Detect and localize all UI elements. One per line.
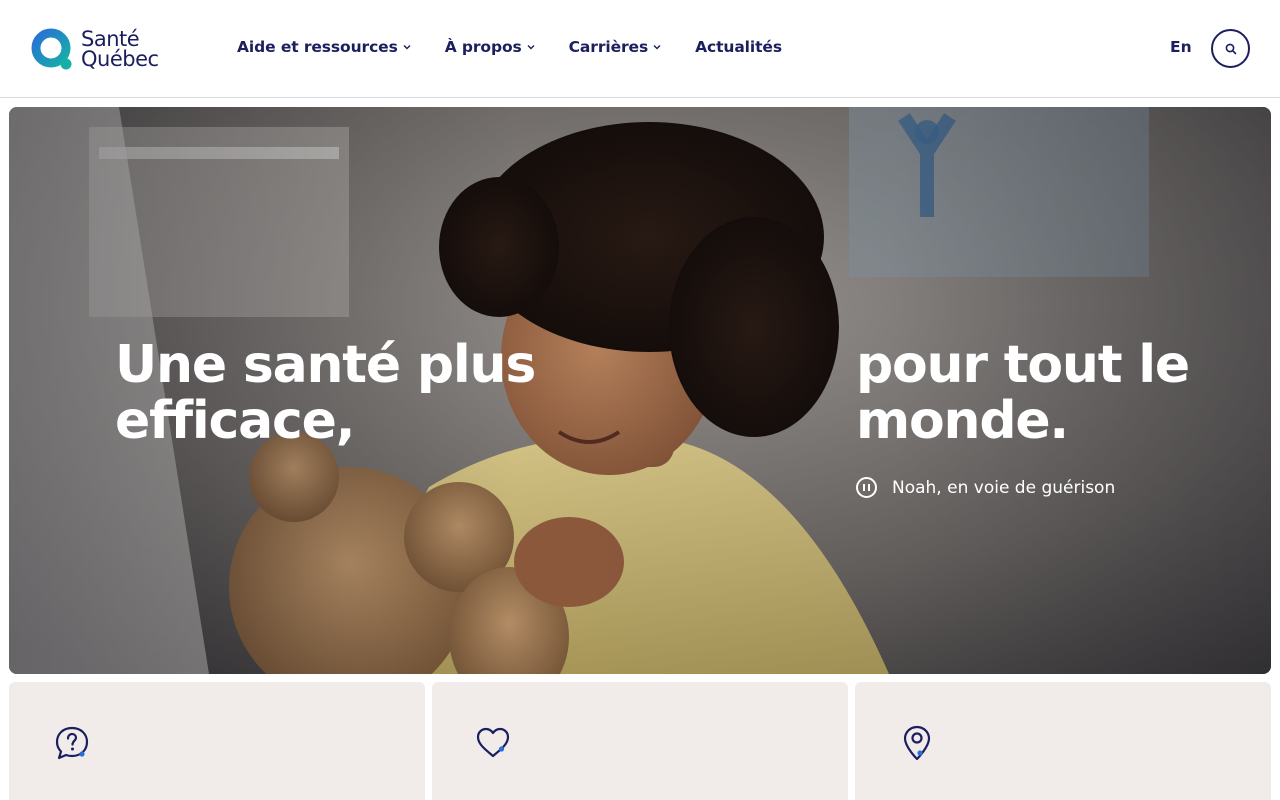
chevron-down-icon (653, 45, 661, 50)
pause-button[interactable] (856, 477, 877, 498)
search-icon (1225, 43, 1236, 54)
hero-caption: Noah, en voie de guérison (856, 477, 1115, 498)
nav-item-carrieres[interactable]: Carrières (569, 38, 661, 56)
hero-headline-line: monde. (856, 391, 1069, 451)
caption-text: Noah, en voie de guérison (892, 477, 1116, 498)
chevron-down-icon (527, 45, 535, 50)
quick-link-card-location[interactable] (855, 682, 1271, 800)
chevron-down-icon (403, 45, 411, 50)
site-header: Santé Québec Aide et ressources À propos… (0, 0, 1280, 98)
hero-headline-line: Une santé plus (115, 335, 536, 395)
nav-label: Carrières (568, 38, 649, 56)
logo-wordmark: Santé Québec (81, 27, 159, 71)
hero-banner: Une santé plus efficace, pour tout le mo… (9, 107, 1271, 674)
logo-mark-icon (30, 27, 74, 71)
nav-item-aide-et-ressources[interactable]: Aide et ressources (237, 38, 411, 56)
nav-label: Actualités (695, 38, 782, 56)
quick-links (9, 682, 1271, 800)
main-nav: Aide et ressources À propos Carrières Ac… (237, 38, 782, 56)
logo-line-1: Santé (81, 27, 140, 51)
search-button[interactable] (1211, 29, 1250, 68)
language-toggle[interactable]: En (1170, 38, 1192, 56)
nav-label: Aide et ressources (237, 38, 398, 56)
heart-icon (476, 727, 510, 758)
pause-icon (863, 484, 866, 491)
quick-link-card-help[interactable] (9, 682, 425, 800)
hero-headline-left: Une santé plus efficace, (115, 335, 536, 451)
nav-item-a-propos[interactable]: À propos (445, 38, 535, 56)
sante-quebec-logo[interactable]: Santé Québec (30, 26, 159, 72)
logo-line-2: Québec (81, 47, 159, 71)
quick-link-card-health[interactable] (432, 682, 848, 800)
location-pin-icon (903, 725, 931, 761)
hero-headline-right: pour tout le monde. (856, 335, 1190, 451)
hero-headline-line: pour tout le (856, 335, 1190, 395)
nav-label: À propos (444, 38, 522, 56)
hero-headline-line: efficace, (115, 391, 356, 451)
question-bubble-icon (55, 726, 89, 760)
nav-item-actualites[interactable]: Actualités (695, 38, 782, 56)
